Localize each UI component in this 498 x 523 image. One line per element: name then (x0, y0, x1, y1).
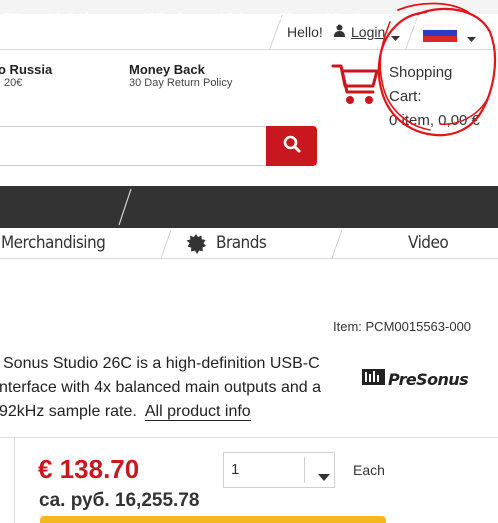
description-line: Sonus Studio 26C is a high-definition US… (3, 355, 320, 372)
brand-logo-text: PreSonus (388, 369, 469, 389)
search-input[interactable] (0, 126, 266, 166)
nav-item-winds[interactable]: Winds (144, 0, 190, 42)
product-price-rub: ca. руб. 16,255.78 (39, 490, 200, 511)
money-back-subtitle: 30 Day Return Policy (129, 77, 233, 89)
subnav-divider (160, 229, 172, 264)
nav-divider (118, 188, 132, 231)
subnav-item-merchandising[interactable]: Merchandising (1, 228, 106, 258)
quantity-value: 1 (231, 461, 240, 478)
description-line: nterface with 4x balanced main outputs a… (0, 379, 321, 396)
nav-item-dj[interactable]: DJ (3, 0, 19, 42)
subnav-item-brands[interactable]: Brands (216, 228, 267, 258)
money-back-title: Money Back (129, 62, 205, 77)
product-price: € 138.70 (38, 454, 140, 484)
nav-item-kids[interactable]: Kids (219, 0, 251, 42)
brands-badge-icon (186, 234, 206, 259)
unit-label: Each (353, 462, 385, 478)
brand-logo: PreSonus (362, 368, 469, 390)
add-to-cart-button[interactable] (40, 516, 386, 523)
description-line: 92kHz sample rate. All product info (0, 400, 348, 424)
annotation-circle-icon (368, 2, 498, 147)
nav-item-lighting[interactable]: Lighting (48, 0, 108, 42)
main-navigation (0, 186, 498, 228)
description-line-end: 92kHz sample rate. (0, 403, 137, 420)
nav-item-sheet-music[interactable]: Sheet Music (278, 0, 369, 42)
price-box-border (14, 437, 15, 523)
search-button[interactable] (266, 126, 317, 166)
quantity-selector[interactable]: 1 (223, 452, 335, 488)
shipping-subtitle: 20€ (4, 77, 23, 89)
quantity-caret-icon (318, 468, 330, 486)
presonus-mark-icon (362, 368, 385, 390)
quantity-divider (304, 457, 305, 483)
subnav-item-video[interactable]: Video (408, 228, 449, 258)
product-description: Sonus Studio 26C is a high-definition US… (0, 352, 348, 424)
item-code: Item: PCM0015563-000 (333, 319, 472, 334)
subnav-divider (331, 229, 343, 264)
all-product-info-link[interactable]: All product info (144, 403, 251, 421)
shipping-title: o Russia (0, 62, 53, 77)
search-icon (283, 135, 301, 158)
